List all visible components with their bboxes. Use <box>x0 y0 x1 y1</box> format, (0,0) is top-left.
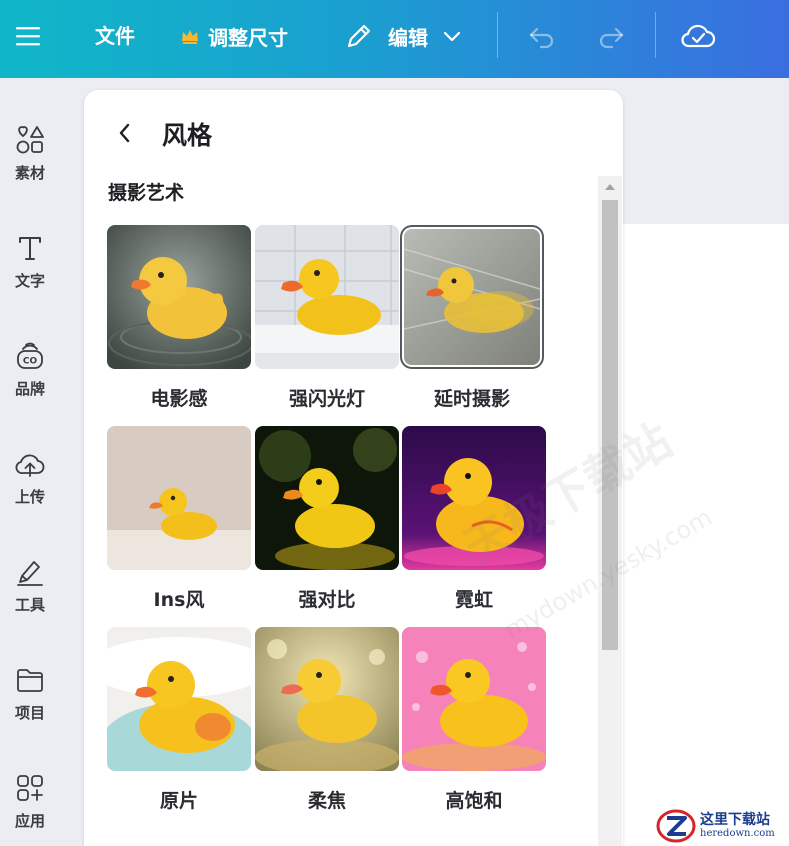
triangle-up-icon <box>605 184 615 190</box>
toolbar-divider <box>655 12 656 58</box>
duck-photo-thumbnail <box>107 426 251 570</box>
duck-photo-thumbnail <box>255 426 399 570</box>
redo-button[interactable] <box>589 14 633 58</box>
edit-mode-dropdown[interactable]: 编辑 <box>344 20 462 52</box>
sidebar-item-upload[interactable]: 上传 <box>0 442 60 534</box>
style-label: 强对比 <box>298 589 356 611</box>
shapes-icon <box>16 126 44 154</box>
duck-photo-thumbnail <box>402 426 546 570</box>
cloud-check-icon <box>681 24 716 48</box>
back-button[interactable] <box>108 116 142 150</box>
pen-tool-icon <box>17 561 43 586</box>
menu-button[interactable] <box>6 14 50 58</box>
resize-button[interactable]: 调整尺寸 <box>180 22 288 50</box>
top-toolbar: 文件 调整尺寸 编辑 <box>0 0 789 78</box>
duck-photo-thumbnail <box>107 627 251 771</box>
sidebar-item-text[interactable]: 文字 <box>0 226 60 318</box>
sidebar-item-label: 工具 <box>14 596 45 614</box>
crown-icon <box>182 30 198 44</box>
style-tile-ins[interactable] <box>107 426 251 570</box>
style-label: 原片 <box>159 790 198 812</box>
corner-logo: 这里下载站 heredown.com <box>656 806 789 846</box>
style-label: 霓虹 <box>454 589 493 611</box>
panel-scrollbar[interactable] <box>598 176 622 846</box>
brand-icon: CO <box>17 342 43 369</box>
undo-icon <box>529 27 554 49</box>
style-panel: 风格 摄影艺术 电影感 强闪光灯 延时摄影 Ins风 强对比 霓虹 原片 柔焦 … <box>84 90 623 846</box>
chevron-down-icon <box>443 31 461 42</box>
text-icon <box>19 237 41 260</box>
left-sidebar: 素材 文字 CO 品牌 上传 工具 项目 应用 <box>0 78 60 846</box>
style-tile-original[interactable] <box>107 627 251 771</box>
style-label: 高饱和 <box>445 790 503 812</box>
sidebar-item-label: 品牌 <box>14 380 45 398</box>
apps-icon <box>17 775 43 801</box>
undo-button[interactable] <box>520 14 564 58</box>
style-label: Ins风 <box>153 589 205 611</box>
style-label: 强闪光灯 <box>288 388 365 410</box>
sidebar-item-tools[interactable]: 工具 <box>0 550 60 642</box>
style-tile-soft-focus[interactable] <box>255 627 399 771</box>
hamburger-icon <box>16 27 40 46</box>
duck-photo-thumbnail <box>107 225 251 369</box>
sidebar-item-label: 文字 <box>14 272 45 290</box>
resize-label: 调整尺寸 <box>208 25 288 50</box>
sidebar-item-apps[interactable]: 应用 <box>0 766 60 846</box>
corner-logo-en: heredown.com <box>700 828 775 839</box>
style-tile-neon[interactable] <box>402 426 546 570</box>
edit-label: 编辑 <box>388 25 428 50</box>
style-label: 延时摄影 <box>433 388 510 410</box>
style-tile-strong-flash[interactable] <box>255 225 399 369</box>
style-tile-high-saturation[interactable] <box>402 627 546 771</box>
folder-icon <box>17 669 43 692</box>
design-canvas[interactable] <box>622 224 789 846</box>
chevron-left-icon <box>119 123 130 143</box>
section-title: 摄影艺术 <box>108 182 185 204</box>
duck-photo-thumbnail <box>404 229 540 365</box>
style-label: 电影感 <box>150 388 208 410</box>
sidebar-item-brand[interactable]: CO 品牌 <box>0 334 60 426</box>
style-tile-cinematic[interactable] <box>107 225 251 369</box>
sidebar-item-label: 上传 <box>14 488 45 506</box>
corner-logo-cn: 这里下载站 <box>700 812 770 828</box>
svg-text:CO: CO <box>23 357 38 367</box>
panel-title: 风格 <box>162 121 213 150</box>
upload-cloud-icon <box>15 454 45 477</box>
sidebar-item-label: 项目 <box>14 704 45 722</box>
save-status-button[interactable] <box>676 14 720 58</box>
z-logo-icon <box>656 809 696 843</box>
style-label: 柔焦 <box>307 790 346 812</box>
pencil-icon <box>347 24 371 48</box>
sidebar-item-projects[interactable]: 项目 <box>0 658 60 750</box>
duck-photo-thumbnail <box>402 627 546 771</box>
scroll-thumb[interactable] <box>602 200 618 650</box>
style-tile-long-exposure[interactable] <box>404 229 540 365</box>
sidebar-item-elements[interactable]: 素材 <box>0 118 60 210</box>
duck-photo-thumbnail <box>255 225 399 369</box>
sidebar-item-label: 素材 <box>14 164 45 182</box>
sidebar-item-label: 应用 <box>14 812 45 830</box>
file-menu[interactable]: 文件 <box>95 22 135 50</box>
toolbar-divider <box>497 12 498 58</box>
scroll-up-button[interactable] <box>598 176 622 198</box>
redo-icon <box>599 27 624 49</box>
style-tile-high-contrast[interactable] <box>255 426 399 570</box>
duck-photo-thumbnail <box>255 627 399 771</box>
